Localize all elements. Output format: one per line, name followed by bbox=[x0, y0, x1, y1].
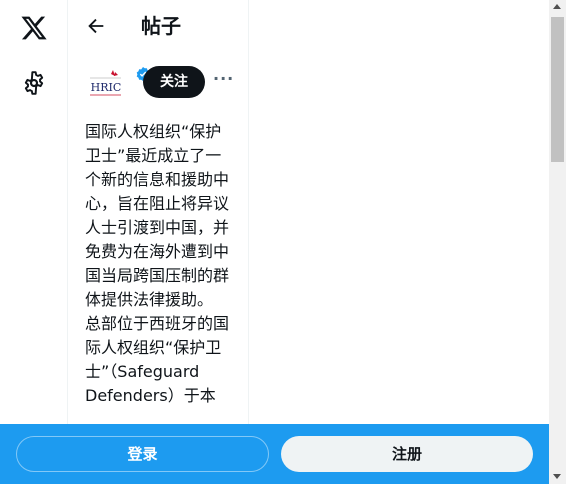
nav-rail bbox=[0, 0, 68, 484]
main-column: 帖子 HRIC 关注 ··· 国际人权组织“保护卫士”最近成立了一个新的信息和援… bbox=[69, 0, 249, 484]
avatar[interactable]: HRIC bbox=[85, 64, 127, 106]
hric-logo-icon: HRIC bbox=[85, 64, 127, 106]
scrollbar-thumb[interactable] bbox=[551, 17, 564, 162]
scroll-down-arrow-icon[interactable] bbox=[553, 474, 561, 479]
back-arrow-icon[interactable] bbox=[85, 15, 107, 37]
login-button[interactable]: 登录 bbox=[16, 436, 269, 472]
x-logo-icon[interactable] bbox=[19, 14, 49, 42]
scroll-up-arrow-icon[interactable] bbox=[553, 4, 561, 9]
signup-button[interactable]: 注册 bbox=[281, 436, 533, 472]
follow-button[interactable]: 关注 bbox=[143, 66, 205, 98]
page-header: 帖子 bbox=[69, 0, 248, 54]
avatar-text: HRIC bbox=[91, 81, 122, 94]
tweet-text: 国际人权组织“保护卫士”最近成立了一个新的信息和援助中心，旨在阻止将异议人士引渡… bbox=[85, 120, 237, 408]
login-bar: 登录 注册 bbox=[0, 424, 549, 484]
gear-icon[interactable] bbox=[21, 70, 47, 96]
tweet-paragraph-2: 总部位于西班牙的国际人权组织“保护卫士”（Safeguard Defenders… bbox=[85, 314, 230, 405]
more-options-icon[interactable]: ··· bbox=[213, 68, 233, 94]
tweet-paragraph-1: 国际人权组织“保护卫士”最近成立了一个新的信息和援助中心，旨在阻止将异议人士引渡… bbox=[85, 122, 230, 309]
page-title: 帖子 bbox=[141, 14, 181, 38]
author-row: HRIC 关注 ··· bbox=[69, 58, 248, 110]
scrollbar[interactable] bbox=[549, 0, 566, 484]
